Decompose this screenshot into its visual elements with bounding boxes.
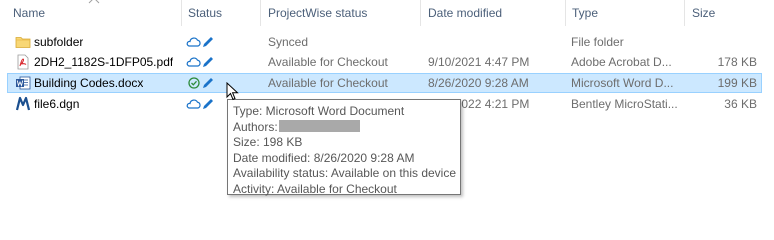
pencil-icon	[203, 57, 213, 67]
microstation-icon	[15, 96, 31, 111]
column-divider[interactable]	[565, 0, 566, 26]
column-header-name[interactable]: Name	[13, 0, 45, 26]
column-header-projectwise-status[interactable]: ProjectWise status	[268, 0, 367, 26]
sort-ascending-icon	[88, 0, 100, 4]
pencil-icon	[203, 99, 213, 109]
column-header-size[interactable]: Size	[692, 0, 715, 26]
column-header-bar: Name Status ProjectWise status Date modi…	[0, 0, 774, 26]
status-cell	[186, 54, 216, 70]
column-header-status[interactable]: Status	[188, 0, 222, 26]
mouse-cursor-icon	[226, 82, 239, 101]
tooltip-type: Type: Microsoft Word Document	[233, 104, 405, 118]
synced-check-icon	[188, 77, 200, 89]
projectwise-status: Available for Checkout	[268, 55, 388, 69]
file-name[interactable]: subfolder	[34, 32, 83, 52]
folder-icon	[15, 37, 31, 48]
tooltip-activity: Activity: Available for Checkout	[233, 181, 397, 196]
file-size: 199 KB	[717, 76, 757, 90]
file-info-tooltip: Type: Microsoft Word Document Authors: S…	[227, 99, 461, 196]
column-divider[interactable]	[181, 0, 182, 26]
cloud-icon	[186, 57, 201, 67]
pencil-icon	[203, 37, 213, 47]
tooltip-date-modified: Date modified: 8/26/2020 9:28 AM	[233, 150, 415, 165]
pdf-icon	[17, 54, 29, 70]
date-modified: 9/10/2021 4:47 PM	[428, 55, 530, 69]
file-size	[687, 32, 757, 52]
tooltip-authors-row: Authors:	[233, 119, 460, 136]
pencil-icon	[203, 78, 213, 88]
file-row-pdf[interactable]: 2DH2_1182S-1DFP05.pdf Available for Chec…	[7, 52, 762, 72]
file-name[interactable]: Building Codes.docx	[34, 73, 143, 93]
status-cell	[186, 75, 216, 91]
column-header-type[interactable]: Type	[572, 0, 598, 26]
column-divider[interactable]	[260, 0, 261, 26]
status-cell	[186, 34, 216, 50]
file-name[interactable]: file6.dgn	[34, 94, 79, 114]
file-type: Microsoft Word D...	[571, 76, 674, 90]
file-type: Bentley MicroStati...	[571, 97, 678, 111]
date-modified: 8/26/2020 9:28 AM	[428, 76, 529, 90]
file-size: 178 KB	[717, 55, 757, 69]
tooltip-availability: Availability status: Available on this d…	[233, 166, 457, 181]
redacted-author	[278, 119, 360, 132]
tooltip-authors: Authors:	[233, 119, 278, 134]
projectwise-status: Available for Checkout	[268, 76, 388, 90]
file-row-subfolder[interactable]: subfolder Synced File folder	[7, 32, 762, 52]
status-cell	[186, 96, 216, 112]
column-header-date-modified[interactable]: Date modified	[428, 0, 502, 26]
column-divider[interactable]	[684, 0, 685, 26]
word-icon	[16, 76, 31, 90]
cloud-icon	[186, 99, 201, 109]
file-type: File folder	[571, 35, 624, 49]
file-size: 36 KB	[724, 97, 757, 111]
column-divider[interactable]	[420, 0, 421, 26]
file-row-docx[interactable]: Building Codes.docx Available for Checko…	[7, 73, 762, 93]
projectwise-status: Synced	[268, 35, 309, 49]
file-type: Adobe Acrobat D...	[571, 55, 672, 69]
file-name[interactable]: 2DH2_1182S-1DFP05.pdf	[34, 52, 173, 72]
tooltip-size: Size: 198 KB	[233, 135, 303, 150]
cloud-icon	[186, 37, 201, 47]
